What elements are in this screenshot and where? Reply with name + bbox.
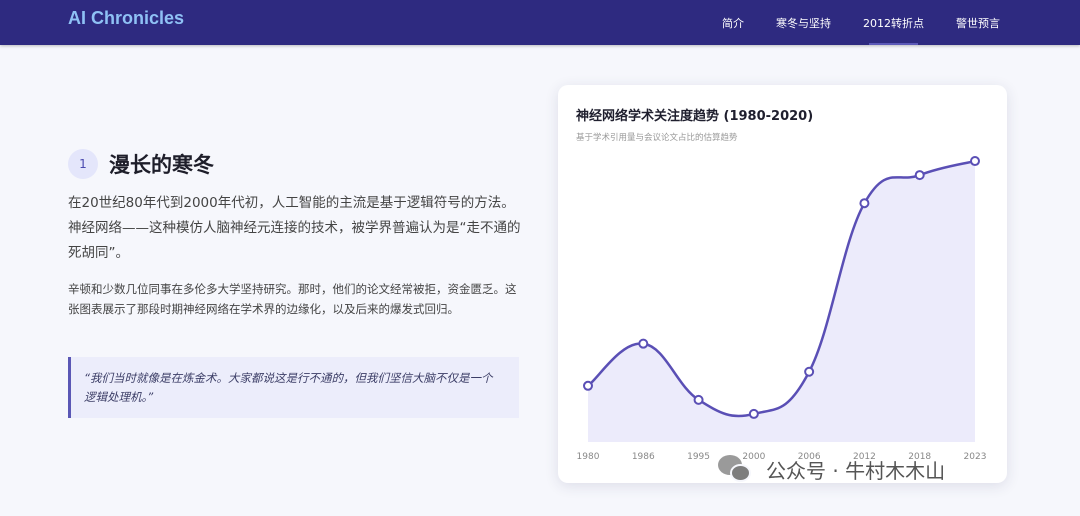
- brand-logo[interactable]: AI Chronicles: [68, 8, 184, 29]
- series-area: [588, 161, 975, 443]
- nav-warning[interactable]: 警世预言: [956, 15, 1000, 31]
- data-point-1995[interactable]: [693, 394, 704, 405]
- watermark-text: 公众号 · 牛村木木山: [766, 458, 946, 483]
- x-tick-label: 1980: [577, 452, 600, 462]
- section-heading: 1 漫长的寒冬: [68, 149, 214, 179]
- chart-card: 神经网络学术关注度趋势 (1980-2020) 基于学术引用量与会议论文占比的估…: [558, 85, 1007, 483]
- section-number-badge: 1: [68, 149, 98, 179]
- data-point-1986[interactable]: [638, 338, 649, 349]
- x-tick-label: 1986: [632, 452, 655, 462]
- lead-paragraph: 在20世纪80年代到2000年代初，人工智能的主流是基于逻辑符号的方法。神经网络…: [68, 195, 521, 261]
- section-title: 漫长的寒冬: [109, 153, 214, 177]
- main-nav: 简介 寒冬与坚持 2012转折点 警世预言: [690, 0, 1000, 45]
- nav-intro[interactable]: 简介: [722, 15, 744, 31]
- nav-winter[interactable]: 寒冬与坚持: [776, 15, 831, 31]
- data-point-2012[interactable]: [859, 198, 870, 209]
- data-point-2006[interactable]: [804, 366, 815, 377]
- data-point-1980[interactable]: [583, 380, 593, 391]
- nav-2012[interactable]: 2012转折点: [863, 15, 924, 45]
- watermark: 公众号 · 牛村木木山: [718, 452, 945, 486]
- trend-chart: 1980 1986 1995 2000 2006 2012 2018 2023: [577, 156, 987, 462]
- top-navbar: AI Chronicles 简介 寒冬与坚持 2012转折点 警世预言: [0, 0, 1080, 45]
- x-tick-label: 1995: [687, 452, 710, 462]
- data-point-2023[interactable]: [970, 156, 980, 167]
- x-tick-label: 2023: [964, 452, 987, 462]
- wechat-icon: [718, 452, 752, 486]
- body-paragraph: 辛顿和少数几位同事在多伦多大学坚持研究。那时，他们的论文经常被拒，资金匮乏。这张…: [68, 282, 517, 316]
- data-point-2018[interactable]: [914, 170, 925, 181]
- data-point-2000[interactable]: [748, 408, 759, 419]
- quote-block: “我们当时就像是在炼金术。大家都说这是行不通的，但我们坚信大脑不仅是一个逻辑处理…: [68, 357, 519, 418]
